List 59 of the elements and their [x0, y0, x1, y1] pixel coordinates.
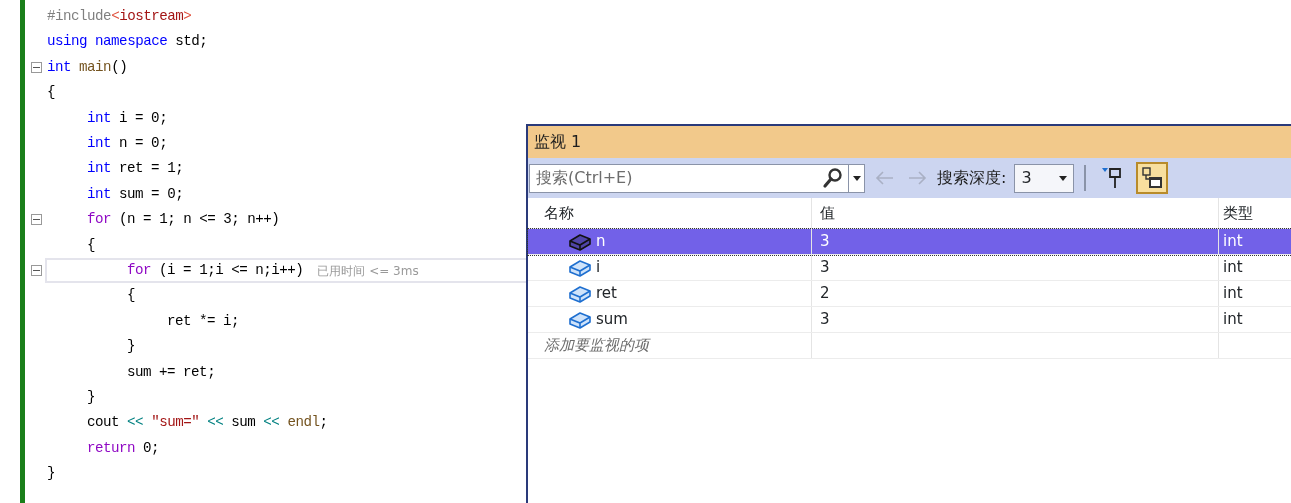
panel-title: 监视 1 — [534, 131, 582, 153]
code-line: int i = 0; — [87, 108, 168, 128]
code-line: { — [127, 286, 135, 306]
variable-name: sum — [596, 309, 628, 331]
column-header[interactable]: 类型 — [1223, 201, 1253, 225]
code-line: cout << "sum=" << sum << endl; — [87, 413, 328, 433]
dropdown-button[interactable] — [848, 164, 864, 192]
depth-label: 搜索深度: — [937, 167, 1007, 189]
depth-dropdown[interactable]: 3 — [1014, 163, 1075, 193]
watch-row[interactable]: n 3 int — [528, 229, 1291, 255]
variable-icon — [568, 231, 592, 252]
code-line: } — [127, 337, 135, 357]
variable-name: n — [596, 231, 606, 253]
code-line: int main() — [47, 57, 128, 77]
variable-icon — [568, 283, 592, 304]
pin-icon — [1101, 166, 1124, 190]
code-line: { — [87, 235, 95, 255]
code-line: sum += ret; — [127, 362, 216, 382]
code-line: int n = 0; — [87, 134, 168, 153]
code-line: return 0; — [87, 438, 160, 458]
code-line: for (n = 1; n <= 3; n++) — [87, 210, 280, 230]
code-line: ret *= i; — [167, 311, 240, 331]
hex-display-button[interactable] — [1136, 162, 1169, 194]
variable-type: int — [1223, 257, 1243, 279]
watch-row[interactable]: i 3 int — [528, 255, 1291, 281]
code-line: { — [47, 83, 55, 103]
code-line: } — [87, 387, 95, 407]
add-watch-field[interactable]: 添加要监视的项 — [528, 334, 649, 357]
variable-type: int — [1223, 231, 1243, 253]
variable-type: int — [1223, 309, 1243, 331]
collapse-icon[interactable] — [30, 214, 42, 226]
variable-value: 3 — [820, 257, 830, 279]
collapse-icon[interactable] — [30, 61, 42, 73]
collapse-icon[interactable] — [30, 265, 42, 277]
code-line: for (i = 1;i <= n;i++) — [127, 260, 304, 280]
watch-row[interactable]: sum 3 int — [528, 307, 1291, 333]
variable-icon — [568, 257, 592, 278]
search-field[interactable]: 搜索(Ctrl+E) — [530, 166, 822, 190]
search-box[interactable]: 搜索(Ctrl+E) — [529, 163, 865, 193]
variable-icon — [568, 309, 592, 330]
watch-row[interactable]: ret 2 int — [528, 281, 1291, 307]
variable-value: 2 — [820, 283, 830, 305]
timing-hint: 已用时间 <= 3ms — [317, 262, 419, 280]
caret-icon — [1059, 175, 1068, 181]
variable-value: 3 — [820, 309, 830, 331]
code-line: #include<iostream> — [47, 7, 192, 27]
variable-type: int — [1223, 283, 1243, 305]
code-line: int ret = 1; — [87, 159, 184, 179]
caret-icon — [852, 175, 861, 181]
code-line: } — [47, 464, 55, 484]
code-line: using namespace std; — [47, 32, 208, 52]
variable-value: 3 — [820, 231, 830, 253]
format-icon — [1140, 166, 1165, 190]
code-line: int sum = 0; — [87, 184, 184, 204]
search-icon[interactable] — [822, 167, 844, 189]
variable-name: ret — [596, 283, 617, 305]
variable-name: i — [596, 257, 601, 279]
column-header[interactable]: 值 — [820, 201, 835, 225]
column-header[interactable]: 名称 — [544, 201, 574, 225]
